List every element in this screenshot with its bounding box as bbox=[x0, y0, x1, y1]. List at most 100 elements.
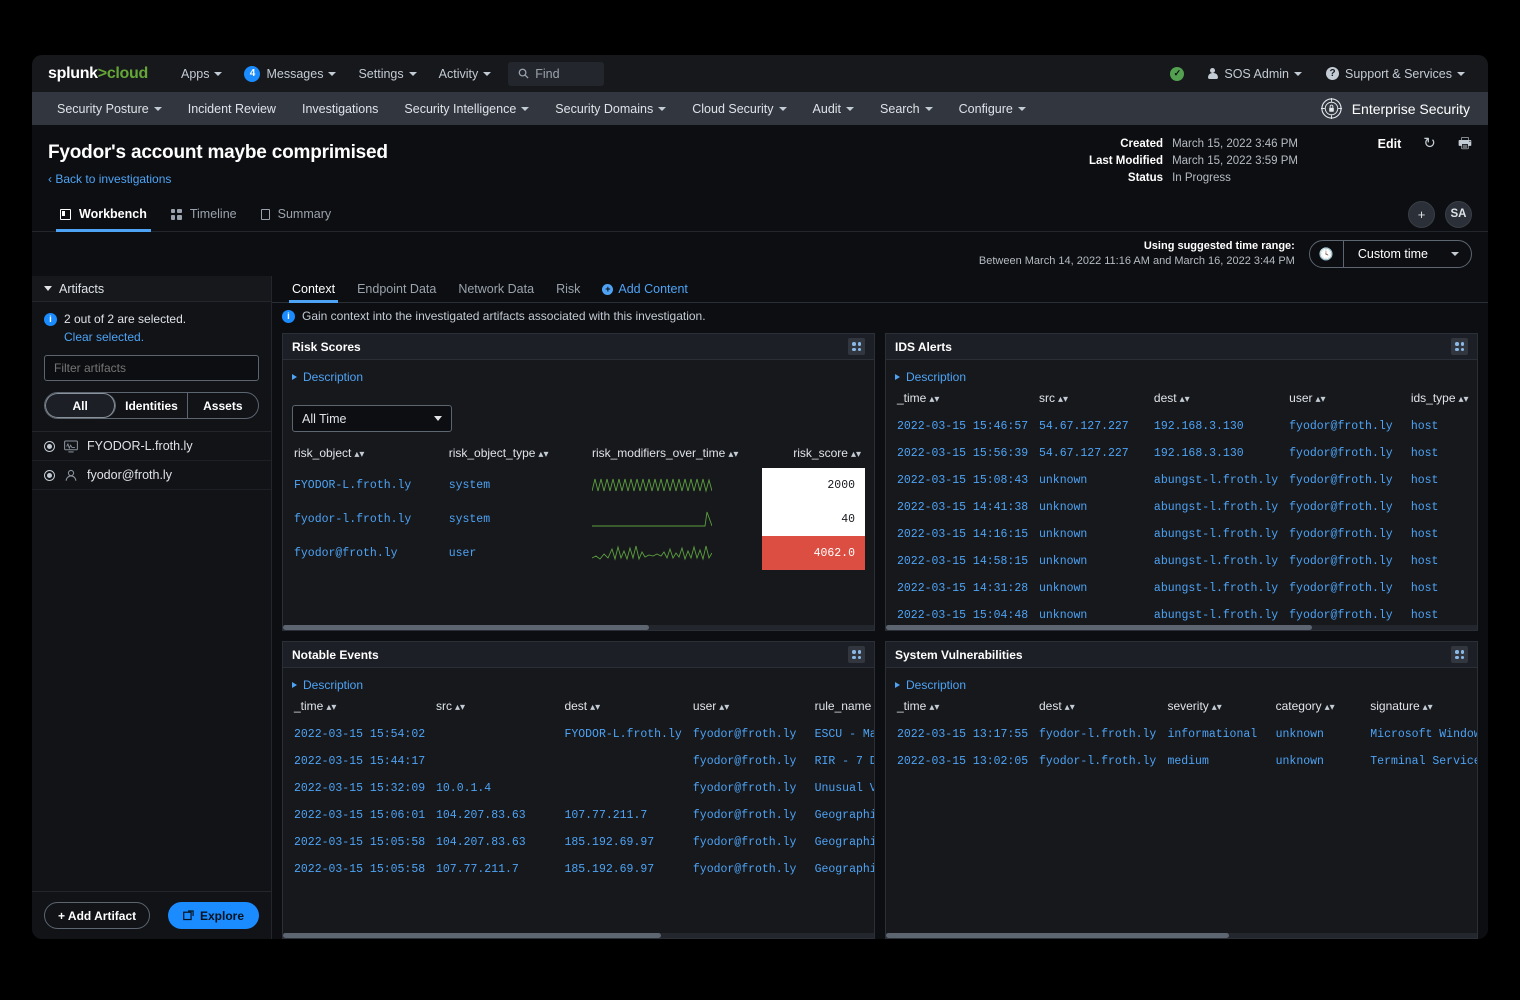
col-ids-type[interactable]: ids_type▴▾ bbox=[1409, 385, 1477, 413]
cell-rule-name[interactable]: Unusual Volume of C bbox=[813, 775, 874, 802]
appnav-incident-review[interactable]: Incident Review bbox=[175, 92, 289, 125]
cell-user[interactable]: fyodor@froth.ly bbox=[691, 775, 813, 802]
clear-selected-link[interactable]: Clear selected. bbox=[64, 330, 259, 344]
selected-radio-icon[interactable] bbox=[44, 441, 55, 452]
cell-time[interactable]: 2022-03-15 13:02:05 bbox=[895, 748, 1037, 775]
topnav-messages[interactable]: 4 Messages bbox=[233, 55, 347, 92]
add-collaborator-button[interactable]: + bbox=[1408, 201, 1435, 228]
cell-dest[interactable]: 107.77.211.7 bbox=[562, 802, 690, 829]
cell-risk-object-type[interactable]: system bbox=[447, 502, 590, 536]
cell-user[interactable]: fyodor@froth.ly bbox=[1287, 494, 1409, 521]
table-row[interactable]: 2022-03-15 13:17:55fyodor-l.froth.lyinfo… bbox=[895, 721, 1477, 748]
table-row[interactable]: 2022-03-15 15:06:01104.207.83.63107.77.2… bbox=[292, 802, 874, 829]
explore-button[interactable]: Explore bbox=[168, 902, 259, 929]
cell-user[interactable]: fyodor@froth.ly bbox=[1287, 467, 1409, 494]
table-row[interactable]: 2022-03-15 15:54:02FYODOR-L.froth.lyfyod… bbox=[292, 721, 874, 748]
cell-time[interactable]: 2022-03-15 13:17:55 bbox=[895, 721, 1037, 748]
cell-severity[interactable]: informational bbox=[1165, 721, 1273, 748]
cell-severity[interactable]: medium bbox=[1165, 748, 1273, 775]
cell-src[interactable]: unknown bbox=[1037, 467, 1152, 494]
cell-time[interactable]: 2022-03-15 14:31:28 bbox=[895, 575, 1037, 602]
cell-user[interactable]: fyodor@froth.ly bbox=[1287, 440, 1409, 467]
cell-signature[interactable]: Microsoft Windows Remote bbox=[1368, 721, 1477, 748]
table-row[interactable]: 2022-03-15 14:41:38unknownabungst-l.frot… bbox=[895, 494, 1477, 521]
back-to-investigations-link[interactable]: ‹ Back to investigations bbox=[48, 172, 171, 186]
cell-rule-name[interactable]: RIR - 7 Day ATT&CK bbox=[813, 748, 874, 775]
cell-src[interactable]: 104.207.83.63 bbox=[434, 829, 562, 856]
table-row[interactable]: fyodor@froth.ly user 4062.0 bbox=[292, 536, 865, 570]
col-user[interactable]: user▴▾ bbox=[1287, 385, 1409, 413]
table-row[interactable]: fyodor-l.froth.ly system 40 bbox=[292, 502, 865, 536]
cell-src[interactable]: unknown bbox=[1037, 575, 1152, 602]
cell-time[interactable]: 2022-03-15 15:05:58 bbox=[292, 856, 434, 883]
cell-ids-type[interactable]: host bbox=[1409, 440, 1477, 467]
cell-ids-type[interactable]: host bbox=[1409, 575, 1477, 602]
appnav-cloud-security[interactable]: Cloud Security bbox=[679, 92, 799, 125]
drag-handle-icon[interactable] bbox=[1451, 646, 1468, 663]
cell-time[interactable]: 2022-03-15 15:46:57 bbox=[895, 413, 1037, 440]
list-item[interactable]: fyodor@froth.ly bbox=[32, 461, 271, 490]
artifacts-header[interactable]: Artifacts bbox=[32, 276, 271, 302]
add-artifact-button[interactable]: + Add Artifact bbox=[44, 902, 150, 929]
cell-user[interactable]: fyodor@froth.ly bbox=[1287, 548, 1409, 575]
col-risk-object-type[interactable]: risk_object_type▴▾ bbox=[447, 440, 590, 468]
col-dest[interactable]: dest▴▾ bbox=[1037, 693, 1165, 721]
cell-dest[interactable]: abungst-l.froth.ly bbox=[1152, 467, 1287, 494]
cell-dest[interactable] bbox=[562, 748, 690, 775]
segment-assets[interactable]: Assets bbox=[188, 393, 258, 418]
segment-identities[interactable]: Identities bbox=[116, 393, 187, 418]
appnav-search[interactable]: Search bbox=[867, 92, 946, 125]
horizontal-scrollbar[interactable] bbox=[886, 625, 1477, 630]
cell-rule-name[interactable]: ESCU - Malicious Po bbox=[813, 721, 874, 748]
appnav-security-posture[interactable]: Security Posture bbox=[44, 92, 175, 125]
table-row[interactable]: 2022-03-15 15:05:58107.77.211.7185.192.6… bbox=[292, 856, 874, 883]
cell-src[interactable]: 104.207.83.63 bbox=[434, 802, 562, 829]
cell-user[interactable]: fyodor@froth.ly bbox=[1287, 521, 1409, 548]
cell-src[interactable] bbox=[434, 721, 562, 748]
col-category[interactable]: category▴▾ bbox=[1274, 693, 1369, 721]
cell-time[interactable]: 2022-03-15 15:08:43 bbox=[895, 467, 1037, 494]
cell-ids-type[interactable]: host bbox=[1409, 548, 1477, 575]
description-toggle[interactable]: Description bbox=[895, 370, 966, 384]
filter-artifacts-input[interactable] bbox=[44, 355, 259, 381]
cell-category[interactable]: unknown bbox=[1274, 721, 1369, 748]
col-dest[interactable]: dest▴▾ bbox=[1152, 385, 1287, 413]
table-row[interactable]: 2022-03-15 15:32:0910.0.1.4fyodor@froth.… bbox=[292, 775, 874, 802]
cell-dest[interactable]: 185.192.69.97 bbox=[562, 856, 690, 883]
cell-src[interactable]: 54.67.127.227 bbox=[1037, 440, 1152, 467]
description-toggle[interactable]: Description bbox=[292, 678, 363, 692]
cell-time[interactable]: 2022-03-15 15:05:58 bbox=[292, 829, 434, 856]
cell-dest[interactable]: fyodor-l.froth.ly bbox=[1037, 721, 1165, 748]
cell-dest[interactable]: abungst-l.froth.ly bbox=[1152, 548, 1287, 575]
description-toggle[interactable]: Description bbox=[895, 678, 966, 692]
table-row[interactable]: 2022-03-15 15:56:3954.67.127.227192.168.… bbox=[895, 440, 1477, 467]
splunk-cloud-logo[interactable]: splunk>cloud bbox=[44, 65, 148, 83]
table-row[interactable]: 2022-03-15 15:08:43unknownabungst-l.frot… bbox=[895, 467, 1477, 494]
cell-src[interactable]: unknown bbox=[1037, 521, 1152, 548]
cell-user[interactable]: fyodor@froth.ly bbox=[1287, 575, 1409, 602]
table-row[interactable]: 2022-03-15 14:58:15unknownabungst-l.frot… bbox=[895, 548, 1477, 575]
cell-user[interactable]: fyodor@froth.ly bbox=[691, 856, 813, 883]
refresh-icon[interactable]: ↻ bbox=[1423, 136, 1436, 151]
cell-src[interactable]: 10.0.1.4 bbox=[434, 775, 562, 802]
drag-handle-icon[interactable] bbox=[848, 646, 865, 663]
avatar[interactable]: SA bbox=[1445, 201, 1472, 228]
list-item[interactable]: FYODOR-L.froth.ly bbox=[32, 432, 271, 461]
horizontal-scrollbar[interactable] bbox=[283, 625, 874, 630]
topnav-support-menu[interactable]: ? Support & Services bbox=[1315, 55, 1476, 92]
cell-rule-name[interactable]: Geographically Impr bbox=[813, 829, 874, 856]
cell-user[interactable]: fyodor@froth.ly bbox=[691, 829, 813, 856]
tab-endpoint-data[interactable]: Endpoint Data bbox=[346, 282, 447, 302]
cell-risk-object[interactable]: fyodor-l.froth.ly bbox=[292, 502, 447, 536]
cell-risk-score[interactable]: 40 bbox=[762, 502, 865, 536]
cell-dest[interactable]: abungst-l.froth.ly bbox=[1152, 494, 1287, 521]
tab-risk[interactable]: Risk bbox=[545, 282, 591, 302]
cell-risk-score[interactable]: 2000 bbox=[762, 468, 865, 502]
cell-category[interactable]: unknown bbox=[1274, 748, 1369, 775]
topnav-activity[interactable]: Activity bbox=[428, 55, 503, 92]
cell-user[interactable]: fyodor@froth.ly bbox=[1287, 413, 1409, 440]
cell-src[interactable] bbox=[434, 748, 562, 775]
cell-time[interactable]: 2022-03-15 15:54:02 bbox=[292, 721, 434, 748]
cell-risk-object[interactable]: FYODOR-L.froth.ly bbox=[292, 468, 447, 502]
cell-dest[interactable] bbox=[562, 775, 690, 802]
